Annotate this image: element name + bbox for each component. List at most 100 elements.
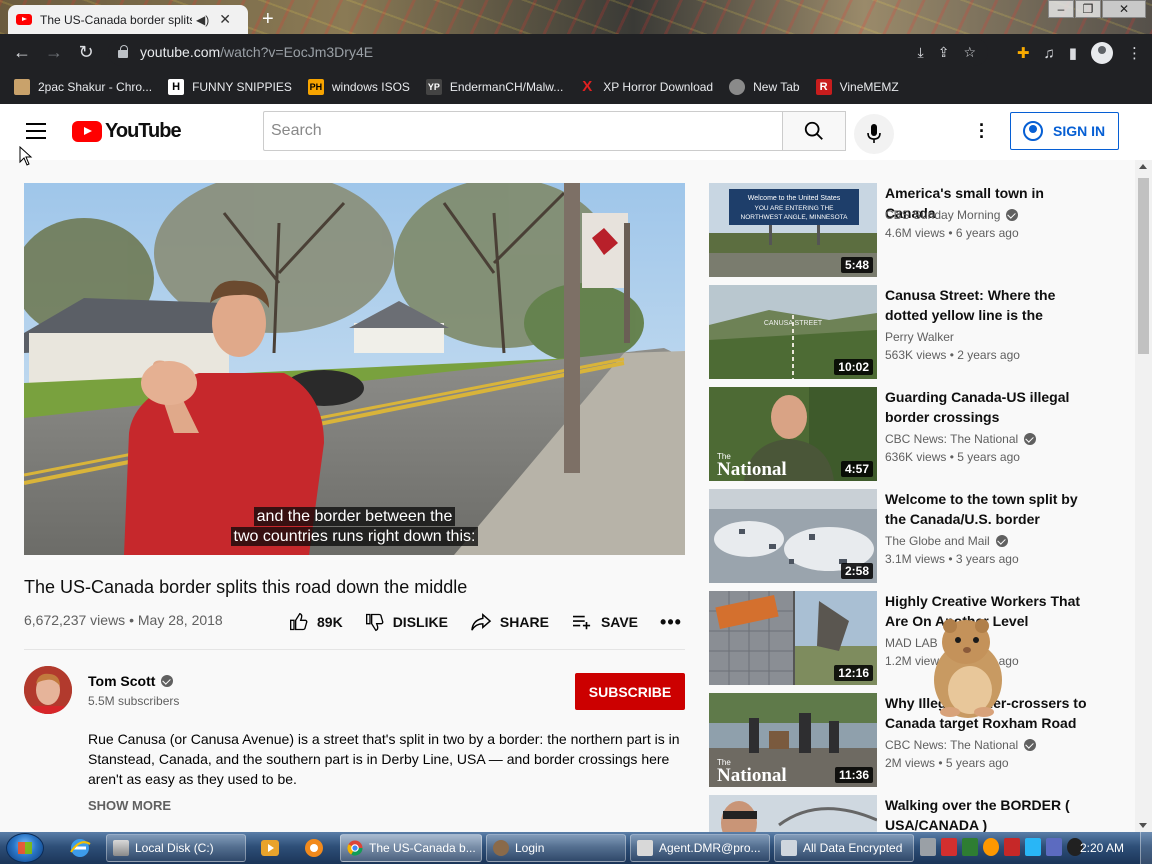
channel-name[interactable]: Tom Scott (88, 673, 174, 689)
minimize-button[interactable]: – (1048, 0, 1074, 18)
flag-icon[interactable] (1004, 838, 1020, 856)
recommended-video[interactable]: 2:58 Welcome to the town split by the Ca… (709, 489, 1109, 583)
dislike-button[interactable]: DISLIKE (365, 612, 448, 632)
search-icon (804, 121, 823, 140)
extension-puzzle-icon[interactable]: ✚ (1017, 44, 1030, 62)
scroll-up-arrow-icon[interactable] (1139, 164, 1147, 169)
bookmark-item[interactable]: PH windows ISOS (307, 79, 410, 95)
new-tab-button[interactable]: + (262, 8, 274, 31)
drive-icon (113, 840, 129, 856)
reload-icon[interactable]: ↻ (70, 42, 102, 63)
video-player[interactable]: and the border between the two countries… (24, 183, 685, 555)
recommended-title[interactable]: Canusa Street: Where the dotted yellow l… (885, 285, 1090, 325)
volume-icon[interactable] (1046, 838, 1062, 856)
tab-close-icon[interactable]: ✕ (219, 11, 231, 28)
browser-tab[interactable]: The US-Canada border splits ◀) ✕ (8, 5, 248, 34)
bookmark-item[interactable]: YP EndermanCH/Malw... (425, 79, 563, 95)
forward-arrow-icon[interactable]: → (38, 42, 70, 63)
video-title: The US-Canada border splits this road do… (24, 577, 468, 597)
maximize-button[interactable]: ❐ (1075, 0, 1101, 18)
side-panel-icon[interactable]: ▮ (1069, 44, 1077, 62)
recommended-title[interactable]: Walking over the BORDER ( USA/CANADA ) (885, 795, 1090, 832)
share-page-icon[interactable]: ⇪ (938, 44, 950, 61)
tray-app-icon[interactable] (962, 838, 978, 856)
window-close-button[interactable]: ✕ (1102, 0, 1146, 18)
recommended-video[interactable]: Walking over the BORDER ( USA/CANADA ) (709, 795, 1109, 832)
youtube-logo[interactable]: YouTube (72, 120, 182, 143)
windows-taskbar: Local Disk (C:) The US-Canada b... Login… (0, 832, 1152, 864)
share-button[interactable]: SHARE (470, 612, 549, 632)
recommended-title[interactable]: Welcome to the town split by the Canada/… (885, 489, 1090, 529)
app-shortcut-icon[interactable] (302, 836, 326, 860)
recommended-video[interactable]: 12:16 Highly Creative Workers That Are O… (709, 591, 1109, 685)
taskbar-item-encrypted[interactable]: All Data Encrypted (774, 834, 914, 862)
recommended-video[interactable]: CANUSA STREET 10:02 Canusa Street: Where… (709, 285, 1109, 379)
bookmark-item[interactable]: X XP Horror Download (579, 79, 713, 95)
page-scrollbar[interactable] (1135, 160, 1152, 832)
channel-avatar[interactable] (24, 666, 72, 714)
show-more-button[interactable]: SHOW MORE (88, 798, 171, 813)
recommended-video[interactable]: National The 11:36 Why Illegal border-cr… (709, 693, 1109, 787)
video-thumbnail[interactable] (709, 795, 877, 832)
url-host: youtube.com (140, 44, 221, 60)
subscribe-button[interactable]: SUBSCRIBE (575, 673, 685, 710)
sign-in-button[interactable]: SIGN IN (1010, 112, 1119, 150)
bookmark-star-icon[interactable]: ☆ (963, 44, 976, 61)
taskbar-item-login[interactable]: Login (486, 834, 626, 862)
hamburger-menu-icon[interactable] (26, 123, 46, 139)
video-actions: 89K DISLIKE SHARE SAVE ••• (289, 608, 704, 636)
recommended-title[interactable]: Guarding Canada-US illegal border crossi… (885, 387, 1090, 427)
back-arrow-icon[interactable]: ← (6, 42, 38, 63)
window-icon (781, 840, 797, 856)
audio-playing-icon[interactable]: ◀) (196, 13, 209, 27)
more-actions-button[interactable]: ••• (660, 612, 682, 633)
tray-app-icon[interactable] (941, 838, 957, 856)
media-player-icon[interactable] (258, 836, 282, 860)
thumbnail-text: National (717, 765, 787, 786)
video-thumbnail[interactable]: National The 11:36 (709, 693, 877, 787)
scrollbar-thumb[interactable] (1138, 178, 1149, 354)
bookmark-item[interactable]: New Tab (729, 79, 800, 95)
bookmark-favicon-icon: H (168, 79, 185, 95)
video-thumbnail[interactable]: CANUSA STREET 10:02 (709, 285, 877, 379)
start-button[interactable] (6, 833, 44, 863)
taskbar-item-local-disk[interactable]: Local Disk (C:) (106, 834, 246, 862)
verified-check-icon (1024, 739, 1037, 751)
taskbar-item-label: Login (515, 841, 545, 855)
bookmark-item[interactable]: 2pac Shakur - Chro... (14, 79, 152, 95)
like-button[interactable]: 89K (289, 612, 343, 632)
video-thumbnail[interactable]: Welcome to the United States YOU ARE ENT… (709, 183, 877, 277)
thumbnail-text: Welcome to the United States (748, 195, 841, 202)
media-control-icon[interactable]: ♫ (1043, 45, 1054, 62)
save-button[interactable]: SAVE (571, 613, 638, 631)
video-thumbnail[interactable]: 2:58 (709, 489, 877, 583)
scroll-down-arrow-icon[interactable] (1139, 823, 1147, 828)
video-thumbnail[interactable]: National The 4:57 (709, 387, 877, 481)
install-app-icon[interactable]: ⤓ (918, 44, 924, 61)
dislike-label: DISLIKE (392, 614, 448, 630)
taskbar-item-chrome[interactable]: The US-Canada b... (340, 834, 482, 862)
address-bar[interactable]: youtube.com/watch?v=EocJm3Dry4E ⤓ ⇪ ☆ (108, 38, 988, 66)
thumbnail-text: NORTHWEST ANGLE, MINNESOTA (741, 214, 849, 221)
taskbar-item-label: The US-Canada b... (369, 841, 476, 855)
recommended-video[interactable]: National The 4:57 Guarding Canada-US ill… (709, 387, 1109, 481)
bookmark-item[interactable]: R VineMEMZ (815, 79, 899, 95)
voice-search-button[interactable] (854, 114, 894, 154)
browser-menu-icon[interactable]: ⋮ (1127, 44, 1142, 62)
network-icon[interactable] (1025, 838, 1041, 856)
video-duration: 4:57 (840, 461, 873, 477)
video-thumbnail[interactable]: 12:16 (709, 591, 877, 685)
tray-search-icon[interactable] (983, 838, 999, 856)
show-desktop-button[interactable] (1140, 832, 1152, 864)
recommended-video[interactable]: Welcome to the United States YOU ARE ENT… (709, 183, 1109, 277)
settings-menu-icon[interactable]: · · · (972, 116, 992, 146)
bookmark-item[interactable]: H FUNNY SNIPPIES (168, 79, 292, 95)
tray-app-icon[interactable] (920, 838, 936, 856)
clock[interactable]: 2:20 AM (1080, 841, 1124, 855)
profile-avatar-icon[interactable] (1091, 42, 1113, 64)
search-input[interactable] (263, 111, 783, 151)
search-button[interactable] (782, 111, 846, 151)
internet-explorer-icon[interactable] (68, 836, 92, 860)
lock-icon[interactable] (118, 44, 128, 58)
taskbar-item-agent[interactable]: Agent.DMR@pro... (630, 834, 770, 862)
